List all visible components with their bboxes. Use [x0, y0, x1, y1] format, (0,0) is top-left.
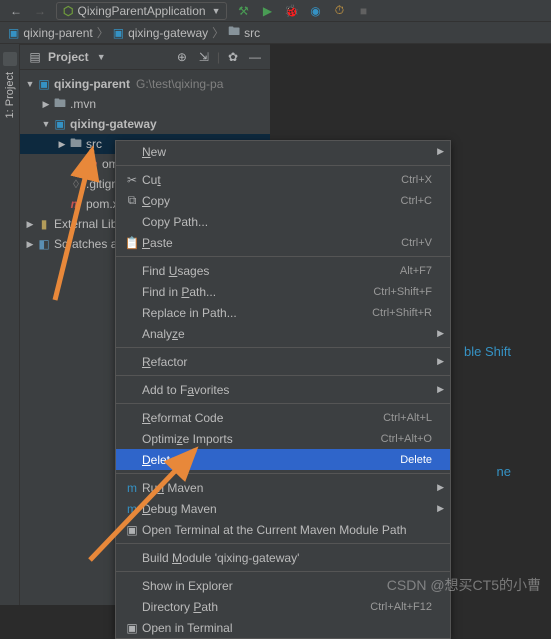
menu-new[interactable]: New▶	[116, 141, 450, 162]
panel-title[interactable]: Project	[48, 50, 89, 64]
menu-paste[interactable]: 📋PasteCtrl+V	[116, 232, 450, 253]
panel-header: ▤ Project ▼ ⊕ ⇲ | ✿ —	[20, 44, 270, 70]
expand-icon[interactable]: ▶	[24, 239, 36, 250]
menu-add-favorites[interactable]: Add to Favorites▶	[116, 379, 450, 400]
menu-refactor[interactable]: Refactor▶	[116, 351, 450, 372]
expand-icon[interactable]: ▼	[40, 119, 52, 129]
coverage-icon[interactable]: ◉	[305, 1, 325, 21]
menu-find-in-path[interactable]: Find in Path...Ctrl+Shift+F	[116, 281, 450, 302]
submenu-arrow-icon: ▶	[437, 328, 444, 339]
maven-icon: m	[68, 197, 84, 211]
submenu-arrow-icon: ▶	[437, 384, 444, 395]
menu-separator	[116, 473, 450, 474]
breadcrumb-sep: 〉	[97, 24, 109, 41]
folder-icon: 🖿	[228, 22, 240, 43]
menu-analyze[interactable]: Analyze▶	[116, 323, 450, 344]
run-icon[interactable]: ▶	[257, 1, 277, 21]
debug-icon[interactable]: 🐞	[281, 1, 301, 21]
menu-debug-maven[interactable]: mDebug Maven▶	[116, 498, 450, 519]
terminal-icon: ▣	[122, 621, 142, 635]
folder-icon: 🖿	[68, 134, 84, 154]
module-icon: ▣	[8, 26, 19, 40]
folder-icon: 🖿	[52, 94, 68, 114]
menu-build-module[interactable]: Build Module 'qixing-gateway'	[116, 547, 450, 568]
terminal-icon: ▣	[122, 523, 142, 537]
expand-icon[interactable]: ▶	[56, 139, 68, 150]
breadcrumb-item[interactable]: 🖿 src	[228, 22, 260, 43]
gear-icon[interactable]: ✿	[224, 50, 242, 64]
copy-icon: ⧉	[122, 193, 142, 208]
breadcrumb-item[interactable]: ▣ qixing-parent	[8, 26, 93, 40]
module-icon: ▣	[36, 77, 52, 91]
tree-row-mvn[interactable]: ▶ 🖿 .mvn	[20, 94, 270, 114]
menu-run-maven[interactable]: mRun Maven▶	[116, 477, 450, 498]
menu-replace-in-path[interactable]: Replace in Path...Ctrl+Shift+R	[116, 302, 450, 323]
spring-icon: ⬡	[63, 4, 73, 18]
menu-find-usages[interactable]: Find UsagesAlt+F7	[116, 260, 450, 281]
menu-separator	[116, 571, 450, 572]
main-toolbar: ← → ⬡ QixingParentApplication ▼ ⚒ ▶ 🐞 ◉ …	[0, 0, 551, 22]
stop-icon[interactable]: ■	[353, 1, 373, 21]
scratch-icon: ◧	[36, 237, 52, 251]
menu-open-terminal[interactable]: ▣Open in Terminal	[116, 617, 450, 638]
watermark: CSDN @想买CT5的小曹	[387, 575, 541, 595]
project-tool-icon[interactable]	[3, 52, 17, 66]
menu-delete[interactable]: Delete...Delete	[116, 449, 450, 470]
submenu-arrow-icon: ▶	[437, 146, 444, 157]
expand-all-icon[interactable]: ⇲	[195, 50, 213, 64]
expand-icon[interactable]: ▼	[24, 79, 36, 89]
module-icon: ▣	[52, 117, 68, 131]
submenu-arrow-icon: ▶	[437, 356, 444, 367]
maven-icon: m	[122, 502, 142, 516]
menu-copy-path[interactable]: Copy Path...	[116, 211, 450, 232]
menu-optimize-imports[interactable]: Optimize ImportsCtrl+Alt+O	[116, 428, 450, 449]
chevron-down-icon: ▼	[212, 6, 221, 16]
menu-cut[interactable]: ✂CutCtrl+X	[116, 169, 450, 190]
maven-icon: m	[122, 481, 142, 495]
back-icon[interactable]: ←	[6, 1, 26, 21]
breadcrumb-item[interactable]: ▣ qixing-gateway	[113, 26, 208, 40]
menu-separator	[116, 165, 450, 166]
project-tool-label[interactable]: 1: Project	[4, 72, 16, 118]
expand-icon[interactable]: ▶	[24, 219, 36, 230]
hint-text: ble Shift	[464, 344, 511, 359]
submenu-arrow-icon: ▶	[437, 482, 444, 493]
cut-icon: ✂	[122, 173, 142, 187]
expand-icon[interactable]: ▶	[40, 99, 52, 110]
maven-icon: m	[84, 157, 100, 171]
submenu-arrow-icon: ▶	[437, 503, 444, 514]
hint-text: ne	[497, 464, 511, 479]
profile-icon[interactable]: ⏱	[329, 1, 349, 21]
module-icon: ▣	[113, 26, 124, 40]
menu-reformat[interactable]: Reformat CodeCtrl+Alt+L	[116, 407, 450, 428]
tree-row-root[interactable]: ▼ ▣ qixing-parent G:\test\qixing-pa	[20, 74, 270, 94]
menu-separator	[116, 347, 450, 348]
hide-icon[interactable]: —	[246, 50, 264, 64]
context-menu: New▶ ✂CutCtrl+X ⧉CopyCtrl+C Copy Path...…	[115, 140, 451, 639]
menu-copy[interactable]: ⧉CopyCtrl+C	[116, 190, 450, 211]
forward-icon[interactable]: →	[30, 1, 50, 21]
run-configuration[interactable]: ⬡ QixingParentApplication ▼	[56, 2, 227, 20]
select-opened-icon[interactable]: ⊕	[173, 50, 191, 64]
tree-row-gateway[interactable]: ▼ ▣ qixing-gateway	[20, 114, 270, 134]
run-config-label: QixingParentApplication	[77, 4, 205, 18]
chevron-down-icon[interactable]: ▼	[97, 52, 106, 62]
breadcrumb-sep: 〉	[212, 24, 224, 41]
paste-icon: 📋	[122, 236, 142, 250]
breadcrumb: ▣ qixing-parent 〉 ▣ qixing-gateway 〉 🖿 s…	[0, 22, 551, 44]
menu-separator	[116, 403, 450, 404]
menu-directory-path[interactable]: Directory PathCtrl+Alt+F12	[116, 596, 450, 617]
left-tool-strip: 1: Project	[0, 44, 20, 605]
project-icon: ▤	[26, 50, 44, 64]
menu-open-terminal-maven[interactable]: ▣Open Terminal at the Current Maven Modu…	[116, 519, 450, 540]
file-icon: ◊	[68, 177, 84, 191]
lib-icon: ▮	[36, 217, 52, 231]
menu-separator	[116, 256, 450, 257]
menu-separator	[116, 543, 450, 544]
hammer-icon[interactable]: ⚒	[233, 1, 253, 21]
menu-separator	[116, 375, 450, 376]
